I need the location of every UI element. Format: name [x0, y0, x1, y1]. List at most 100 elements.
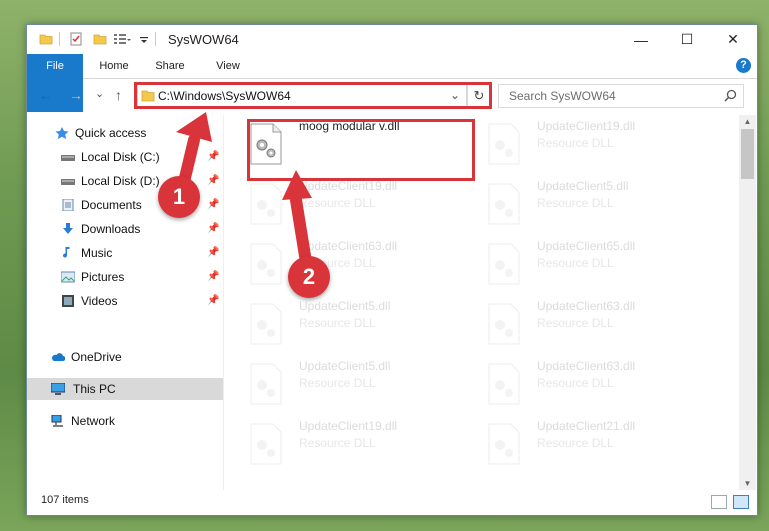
- scrollbar-thumb[interactable]: [741, 129, 754, 179]
- sidebar-item-label: This PC: [73, 382, 116, 396]
- computer-icon: [51, 383, 65, 395]
- pin-icon[interactable]: 📌: [207, 146, 219, 168]
- properties-icon[interactable]: [69, 32, 83, 46]
- file-name: UpdateClient19.dll: [537, 119, 636, 133]
- pin-icon[interactable]: 📌: [207, 170, 219, 192]
- pin-icon[interactable]: 📌: [207, 290, 219, 312]
- search-box[interactable]: Search SysWOW64: [498, 84, 744, 108]
- file-type: Resource DLL: [299, 436, 376, 450]
- file-type: Resource DLL: [537, 376, 614, 390]
- sidebar-item-local-disk-c[interactable]: Local Disk (C:) 📌: [61, 146, 221, 168]
- file-type: Resource DLL: [537, 196, 614, 210]
- drive-icon: [61, 179, 75, 185]
- tab-share[interactable]: Share: [147, 54, 193, 78]
- sidebar-item-this-pc[interactable]: This PC: [27, 378, 223, 400]
- sidebar-item-pictures[interactable]: Pictures 📌: [61, 266, 221, 288]
- file-name: UpdateClient63.dll: [299, 239, 398, 253]
- download-icon: [63, 223, 73, 234]
- file-name: UpdateClient5.dll: [299, 299, 391, 313]
- navigation-bar: ← → ⌄ ↑ C:\Windows\SysWOW64 ⌄ ↻ Search S…: [27, 79, 757, 113]
- sidebar-item-music[interactable]: Music 📌: [61, 242, 221, 264]
- customize-toolbar-icon[interactable]: [139, 32, 149, 46]
- pin-icon[interactable]: 📌: [207, 266, 219, 288]
- star-icon: [55, 127, 69, 139]
- file-item[interactable]: UpdateClient63.dll Resource DLL: [465, 297, 685, 355]
- sidebar-item-downloads[interactable]: Downloads 📌: [61, 218, 221, 240]
- address-highlight-box: [134, 82, 492, 109]
- tab-view[interactable]: View: [205, 54, 251, 78]
- pane-divider: [223, 115, 224, 490]
- vertical-scrollbar[interactable]: ▲ ▼: [739, 115, 756, 490]
- dll-file-icon: [250, 423, 282, 465]
- sidebar-item-videos[interactable]: Videos 📌: [61, 290, 221, 312]
- file-item[interactable]: UpdateClient5.dll Resource DLL: [227, 297, 447, 355]
- title-bar: SysWOW64 — ☐ ✕: [27, 25, 757, 54]
- pin-icon[interactable]: 📌: [207, 194, 219, 216]
- scroll-up-icon[interactable]: ▲: [739, 117, 756, 126]
- file-highlight-box: [247, 119, 475, 181]
- large-icons-view-icon[interactable]: [733, 495, 749, 509]
- pictures-icon: [61, 271, 75, 283]
- file-item[interactable]: UpdateClient21.dll Resource DLL: [465, 417, 685, 475]
- sidebar-item-label: Downloads: [81, 222, 141, 236]
- file-name: UpdateClient19.dll: [299, 419, 398, 433]
- sidebar-item-label: Quick access: [75, 126, 147, 140]
- file-name: UpdateClient63.dll: [537, 359, 636, 373]
- file-item[interactable]: UpdateClient5.dll Resource DLL: [465, 177, 685, 235]
- details-view-icon[interactable]: [711, 495, 727, 509]
- dll-file-icon: [488, 123, 520, 165]
- sidebar-item-label: OneDrive: [71, 350, 122, 364]
- file-type: Resource DLL: [299, 376, 376, 390]
- dll-file-icon: [488, 183, 520, 225]
- file-type: Resource DLL: [537, 436, 614, 450]
- search-input[interactable]: Search SysWOW64: [509, 89, 616, 103]
- status-bar: 107 items: [27, 490, 757, 515]
- file-type: Resource DLL: [299, 196, 376, 210]
- videos-icon: [62, 295, 74, 307]
- file-list: moog modular v.dll UpdateClient19.dll Re…: [225, 115, 737, 490]
- back-button[interactable]: ←: [39, 87, 53, 103]
- help-icon[interactable]: ?: [736, 58, 751, 73]
- cloud-icon: [52, 353, 65, 361]
- dll-file-icon: [250, 363, 282, 405]
- sidebar-item-quick-access[interactable]: Quick access: [55, 122, 215, 144]
- close-button[interactable]: ✕: [710, 25, 756, 54]
- dll-file-icon: [250, 243, 282, 285]
- tab-home[interactable]: Home: [91, 54, 137, 78]
- sidebar-item-label: Network: [71, 414, 116, 428]
- file-item[interactable]: UpdateClient19.dll Resource DLL: [227, 177, 447, 235]
- sidebar-item-onedrive[interactable]: OneDrive: [51, 346, 211, 368]
- file-item[interactable]: UpdateClient65.dll Resource DLL: [465, 237, 685, 295]
- sidebar-item-label: Local Disk (D:): [81, 174, 160, 188]
- forward-button[interactable]: →: [69, 87, 83, 103]
- new-folder-icon[interactable]: [93, 32, 107, 46]
- file-name: UpdateClient19.dll: [299, 179, 398, 193]
- file-name: UpdateClient65.dll: [537, 239, 636, 253]
- drive-icon: [61, 155, 75, 161]
- pin-icon[interactable]: 📌: [207, 242, 219, 264]
- maximize-button[interactable]: ☐: [664, 25, 710, 54]
- sidebar-item-network[interactable]: Network: [51, 410, 211, 432]
- file-explorer-window: SysWOW64 — ☐ ✕ File Home Share View ? ← …: [26, 24, 758, 516]
- view-options-icon[interactable]: [113, 32, 131, 46]
- file-item[interactable]: UpdateClient5.dll Resource DLL: [227, 357, 447, 415]
- file-type: Resource DLL: [299, 316, 376, 330]
- scroll-down-icon[interactable]: ▼: [739, 479, 756, 488]
- sidebar-item-label: Music: [81, 246, 113, 260]
- step-2-callout: 2: [288, 256, 330, 298]
- file-item[interactable]: UpdateClient63.dll Resource DLL: [227, 237, 447, 295]
- file-item[interactable]: UpdateClient19.dll Resource DLL: [465, 117, 685, 175]
- file-name: UpdateClient21.dll: [537, 419, 636, 433]
- up-button[interactable]: ↑: [115, 87, 122, 103]
- file-type: Resource DLL: [537, 136, 614, 150]
- music-icon: [63, 247, 70, 258]
- search-icon[interactable]: [724, 89, 737, 102]
- file-item[interactable]: UpdateClient63.dll Resource DLL: [465, 357, 685, 415]
- recent-locations-button[interactable]: ⌄: [95, 87, 104, 100]
- pin-icon[interactable]: 📌: [207, 218, 219, 240]
- item-count: 107 items: [41, 494, 89, 506]
- window-title: SysWOW64: [168, 32, 239, 47]
- file-item[interactable]: UpdateClient19.dll Resource DLL: [227, 417, 447, 475]
- minimize-button[interactable]: —: [618, 25, 664, 54]
- folder-icon: [39, 34, 53, 45]
